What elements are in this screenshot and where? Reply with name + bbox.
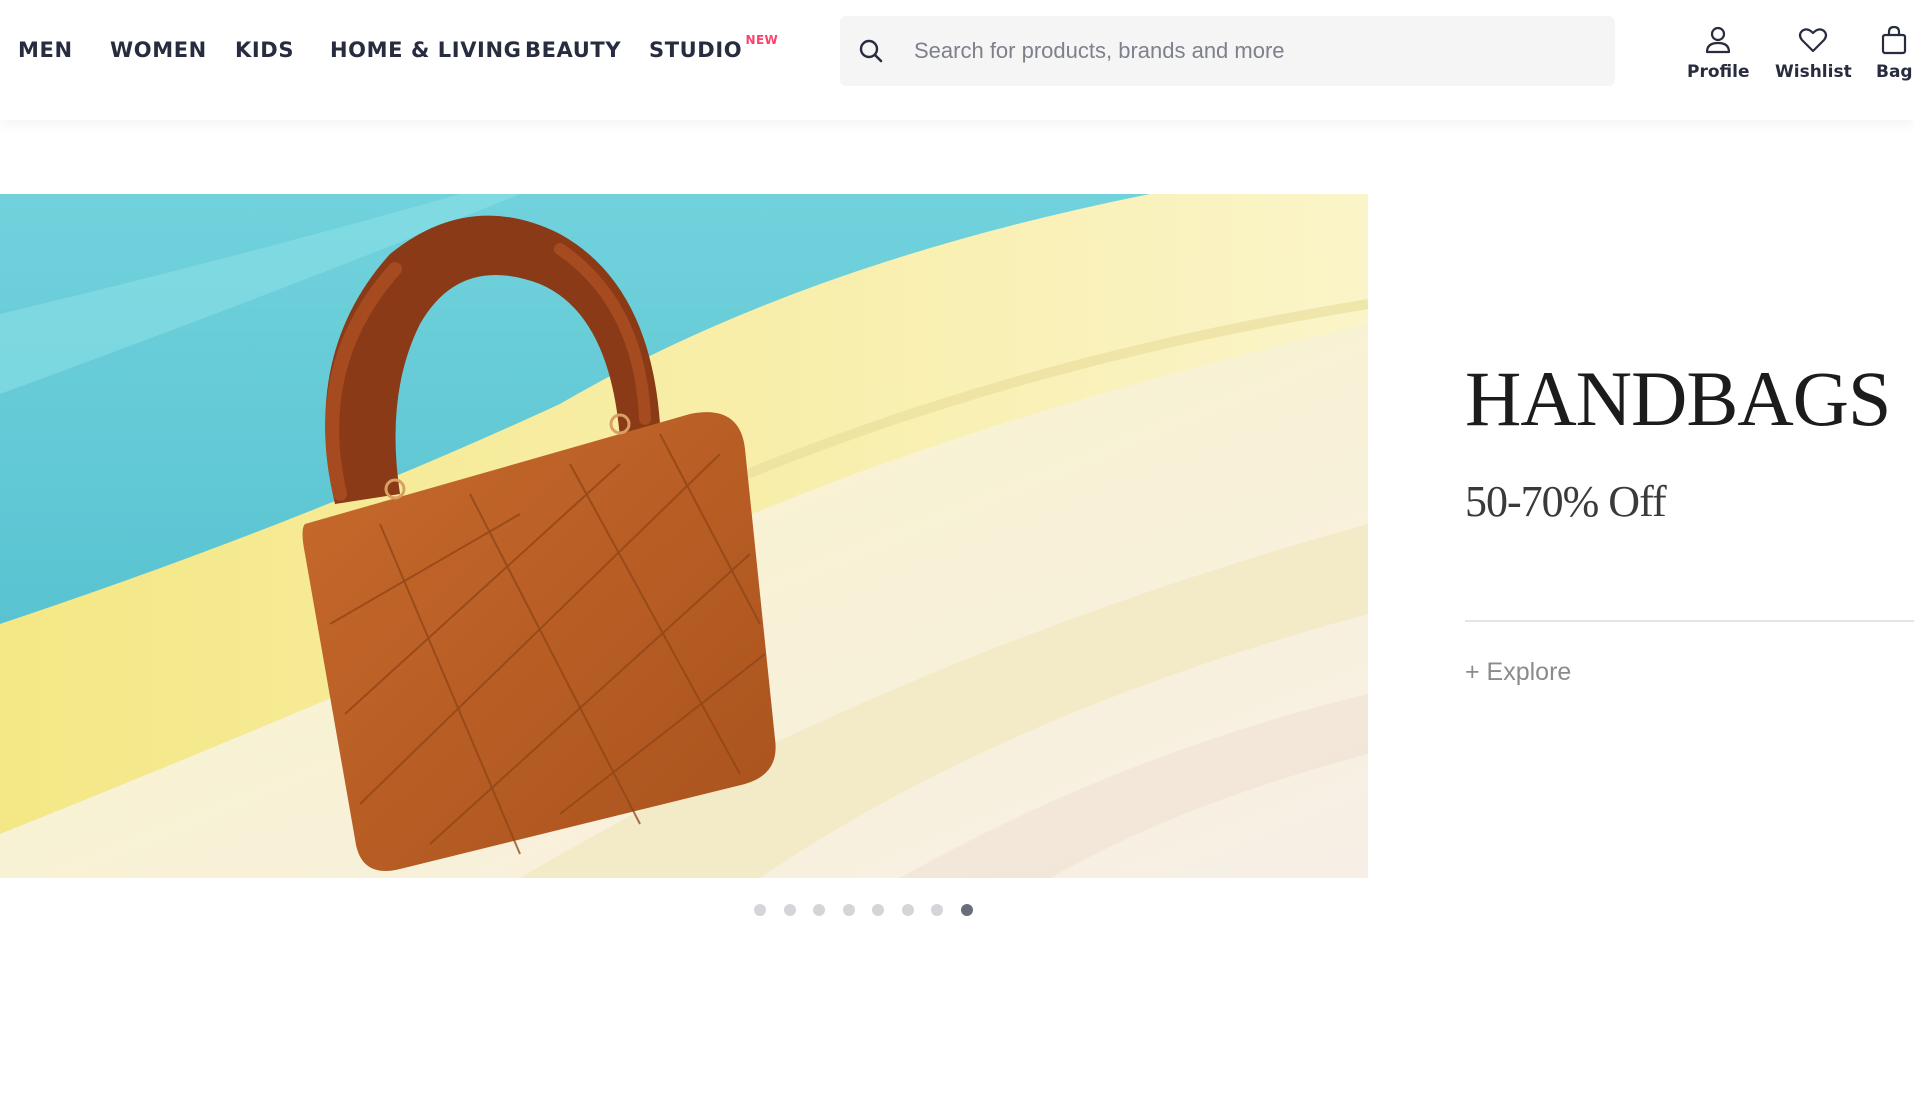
- bag-button[interactable]: Bag: [1876, 24, 1913, 82]
- nav-item-label: BEAUTY: [525, 38, 622, 62]
- promo-divider: [1465, 620, 1914, 622]
- nav-item-label: STUDIO: [649, 38, 743, 62]
- carousel-dot[interactable]: [931, 904, 943, 916]
- profile-button[interactable]: Profile: [1687, 24, 1749, 82]
- handbags-banner-image[interactable]: [0, 194, 1368, 878]
- search-icon[interactable]: [858, 38, 884, 64]
- carousel-dot[interactable]: [754, 904, 766, 916]
- nav-item-home-living[interactable]: HOME & LIVING: [330, 38, 521, 62]
- search-bar[interactable]: [840, 16, 1615, 86]
- carousel-dot[interactable]: [842, 904, 855, 916]
- wishlist-label: Wishlist: [1775, 62, 1852, 82]
- bag-icon: [1882, 25, 1907, 55]
- top-header: MEN WOMEN KIDS HOME & LIVING BEAUTY STUD…: [0, 0, 1914, 120]
- explore-link[interactable]: + Explore: [1465, 658, 1571, 687]
- nav-item-label: HOME & LIVING: [330, 38, 522, 62]
- bag-label: Bag: [1876, 62, 1913, 82]
- handbag-product-image: [0, 194, 1368, 878]
- wishlist-button[interactable]: Wishlist: [1775, 24, 1852, 82]
- carousel-indicators: [754, 904, 990, 920]
- carousel-dot[interactable]: [813, 904, 825, 916]
- profile-icon: [1706, 26, 1731, 54]
- nav-item-label: WOMEN: [110, 38, 207, 62]
- carousel-dot[interactable]: [901, 904, 914, 916]
- nav-item-women[interactable]: WOMEN: [110, 38, 207, 62]
- nav-item-beauty[interactable]: BEAUTY: [525, 38, 621, 62]
- heart-icon: [1799, 28, 1828, 53]
- search-input[interactable]: [914, 16, 1594, 86]
- nav-item-label: MEN: [18, 38, 73, 62]
- nav-item-studio[interactable]: STUDIO NEW: [649, 33, 778, 62]
- profile-label: Profile: [1687, 62, 1750, 82]
- promo-title: HANDBAGS: [1465, 355, 1891, 442]
- carousel-dot[interactable]: [872, 904, 884, 916]
- new-badge: NEW: [745, 33, 779, 47]
- carousel-dot[interactable]: [783, 904, 796, 916]
- promo-offer: 50-70% Off: [1465, 477, 1667, 526]
- nav-item-label: KIDS: [235, 38, 295, 62]
- nav-item-men[interactable]: MEN: [18, 38, 73, 62]
- nav-item-kids[interactable]: KIDS: [235, 38, 294, 62]
- carousel-dot-active[interactable]: [960, 904, 973, 916]
- promo-block: HANDBAGS 50-70% Off: [1465, 360, 1914, 524]
